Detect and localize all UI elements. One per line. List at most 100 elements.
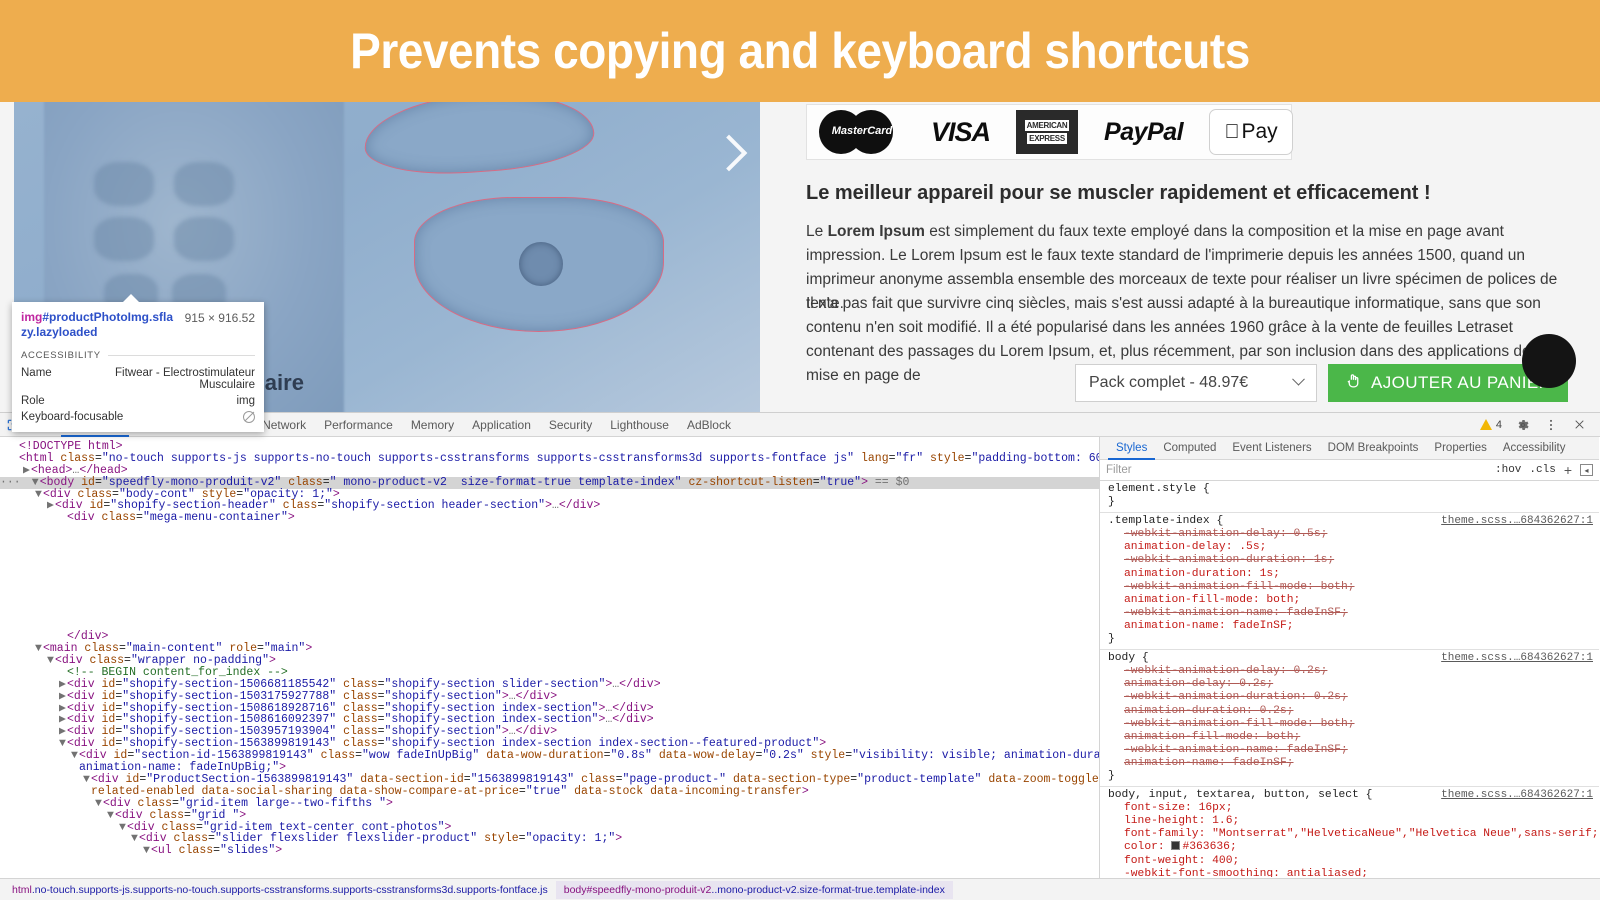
dom-line[interactable] xyxy=(0,524,1099,536)
dom-line[interactable] xyxy=(0,596,1099,608)
styles-tab-properties[interactable]: Properties xyxy=(1426,437,1494,460)
styles-tab-accessibility[interactable]: Accessibility xyxy=(1495,437,1574,460)
css-declaration[interactable]: animation-name: fadeInSF; xyxy=(1100,620,1599,633)
css-declaration[interactable]: line-height: 1.6; xyxy=(1100,815,1599,828)
decor-shade xyxy=(174,217,234,261)
visa-icon: VISA xyxy=(931,109,990,155)
css-declaration[interactable]: -webkit-animation-name: fadeInSF; xyxy=(1100,607,1599,620)
paragraph1-bold: Lorem Ipsum xyxy=(828,223,925,240)
warning-count: 4 xyxy=(1496,419,1502,431)
css-declaration[interactable]: -webkit-animation-fill-mode: both; xyxy=(1100,581,1599,594)
decor-shade xyxy=(94,162,154,206)
css-rule-block[interactable]: body {theme.scss.…684362627:1-webkit-ani… xyxy=(1100,650,1599,787)
paypal-icon: PayPal xyxy=(1104,109,1183,155)
amex-label-bottom: EXPRESS xyxy=(1027,133,1067,144)
css-rule-block[interactable]: .template-index {theme.scss.…684362627:1… xyxy=(1100,513,1599,650)
css-source-link[interactable]: theme.scss.…684362627:1 xyxy=(1441,515,1593,528)
css-declaration[interactable]: -webkit-animation-duration: 0.2s; xyxy=(1100,691,1599,704)
css-rule-block[interactable]: body, input, textarea, button, select {t… xyxy=(1100,787,1599,877)
tooltip-tag: img xyxy=(21,310,42,324)
warning-badge[interactable]: 4 xyxy=(1480,419,1508,431)
dom-line[interactable]: <div class="mega-menu-container"> xyxy=(0,512,1099,524)
styles-tab-event-listeners[interactable]: Event Listeners xyxy=(1224,437,1319,460)
decor-shade xyxy=(94,217,154,261)
dom-line[interactable]: <html class="no-touch supports-js suppor… xyxy=(0,453,1099,465)
tooltip-key: Role xyxy=(21,395,45,407)
css-declaration[interactable]: animation-delay: 0.2s; xyxy=(1100,678,1599,691)
tooltip-classes: #productPhotoImg.sflazy.lazyloaded xyxy=(21,310,173,339)
styles-tab-styles[interactable]: Styles xyxy=(1108,437,1155,460)
css-declaration[interactable]: -webkit-font-smoothing: antialiased; xyxy=(1100,868,1599,877)
css-declaration[interactable]: animation-fill-mode: both; xyxy=(1100,594,1599,607)
apple-logo-icon:  xyxy=(1224,122,1239,142)
new-style-rule-button[interactable]: + xyxy=(1564,462,1572,478)
warning-triangle-icon xyxy=(1480,419,1492,430)
styles-tab-dom-breakpoints[interactable]: DOM Breakpoints xyxy=(1320,437,1427,460)
breadcrumb-item[interactable]: body#speedfly-mono-produit-v2..mono-prod… xyxy=(556,881,953,899)
close-devtools-icon[interactable] xyxy=(1566,413,1592,437)
chevron-down-icon xyxy=(1292,372,1305,385)
variant-select[interactable]: Pack complet - 48.97€ xyxy=(1075,364,1317,402)
devtools-tab-security[interactable]: Security xyxy=(540,413,601,437)
css-declaration[interactable]: font-weight: 400; xyxy=(1100,855,1599,868)
toggle-computed-sidebar-button[interactable]: ◂ xyxy=(1580,464,1593,476)
styles-filter-input[interactable]: Filter xyxy=(1106,464,1487,476)
slider-next-arrow-icon[interactable] xyxy=(711,135,748,172)
devtools-body: <!DOCTYPE html><html class="no-touch sup… xyxy=(0,437,1600,878)
dom-line[interactable]: ▼<ul class="slides"> xyxy=(0,845,1099,857)
inspector-tooltip: img#productPhotoImg.sflazy.lazyloaded 91… xyxy=(12,302,264,432)
dom-line[interactable] xyxy=(0,619,1099,631)
css-source-link[interactable]: theme.scss.…684362627:1 xyxy=(1441,652,1593,665)
dom-line[interactable] xyxy=(0,536,1099,548)
tooltip-row-keyboard-focusable: Keyboard-focusable xyxy=(12,409,264,432)
settings-gear-icon[interactable] xyxy=(1510,413,1536,437)
styles-tab-computed[interactable]: Computed xyxy=(1155,437,1224,460)
tooltip-selector: img#productPhotoImg.sflazy.lazyloaded xyxy=(21,310,179,341)
dom-line[interactable] xyxy=(0,560,1099,572)
tooltip-header: img#productPhotoImg.sflazy.lazyloaded 91… xyxy=(12,302,264,348)
ems-pad-controller xyxy=(519,242,563,286)
css-declaration[interactable]: -webkit-animation-delay: 0.5s; xyxy=(1100,528,1599,541)
css-rule-close: } xyxy=(1100,496,1599,509)
devtools-tab-application[interactable]: Application xyxy=(463,413,540,437)
visa-label: VISA xyxy=(931,117,990,148)
scroll-to-top-button[interactable] xyxy=(1522,334,1576,388)
ems-pad-belt xyxy=(362,102,597,180)
dom-tree-pane[interactable]: <!DOCTYPE html><html class="no-touch sup… xyxy=(0,437,1100,878)
cls-toggle-button[interactable]: .cls xyxy=(1529,464,1555,476)
divider xyxy=(108,355,255,356)
devtools-tab-memory[interactable]: Memory xyxy=(402,413,463,437)
css-declaration[interactable]: animation-duration: 1s; xyxy=(1100,568,1599,581)
styles-pane: StylesComputedEvent ListenersDOM Breakpo… xyxy=(1100,437,1599,878)
breadcrumb-item[interactable]: html.no-touch.supports-js.supports-no-to… xyxy=(4,881,556,899)
css-declaration[interactable]: animation-fill-mode: both; xyxy=(1100,731,1599,744)
css-declaration[interactable]: animation-duration: 0.2s; xyxy=(1100,705,1599,718)
css-declaration[interactable]: -webkit-animation-delay: 0.2s; xyxy=(1100,665,1599,678)
add-to-cart-label: AJOUTER AU PANIER xyxy=(1371,373,1551,393)
paypal-label: PayPal xyxy=(1104,118,1183,147)
mastercard-icon: MasterCard xyxy=(819,109,905,155)
dom-line[interactable] xyxy=(0,584,1099,596)
tooltip-value: img xyxy=(236,395,255,407)
css-declaration[interactable]: -webkit-animation-duration: 1s; xyxy=(1100,554,1599,567)
top-banner: Prevents copying and keyboard shortcuts xyxy=(0,0,1600,102)
dom-line[interactable] xyxy=(0,548,1099,560)
css-declaration[interactable]: -webkit-animation-name: fadeInSF; xyxy=(1100,744,1599,757)
css-declaration[interactable]: animation-name: fadeInSF; xyxy=(1100,757,1599,770)
css-declaration[interactable]: color: #363636; xyxy=(1100,841,1599,854)
dom-line[interactable] xyxy=(0,607,1099,619)
devtools-tab-lighthouse[interactable]: Lighthouse xyxy=(601,413,678,437)
css-declaration[interactable]: animation-delay: .5s; xyxy=(1100,541,1599,554)
amex-label-top: AMERICAN xyxy=(1025,120,1070,131)
devtools-tab-adblock[interactable]: AdBlock xyxy=(678,413,740,437)
css-declaration[interactable]: font-size: 16px; xyxy=(1100,802,1599,815)
css-declaration[interactable]: -webkit-animation-fill-mode: both; xyxy=(1100,718,1599,731)
more-options-icon[interactable] xyxy=(1538,413,1564,437)
css-source-link[interactable]: theme.scss.…684362627:1 xyxy=(1441,789,1593,802)
hov-toggle-button[interactable]: :hov xyxy=(1495,464,1521,476)
devtools-tab-performance[interactable]: Performance xyxy=(315,413,402,437)
css-declaration[interactable]: font-family: "Montserrat","HelveticaNeue… xyxy=(1100,828,1599,841)
css-rule-block[interactable]: element.style {} xyxy=(1100,481,1599,513)
dom-line[interactable] xyxy=(0,572,1099,584)
styles-rules-list[interactable]: element.style {}.template-index {theme.s… xyxy=(1100,481,1599,877)
